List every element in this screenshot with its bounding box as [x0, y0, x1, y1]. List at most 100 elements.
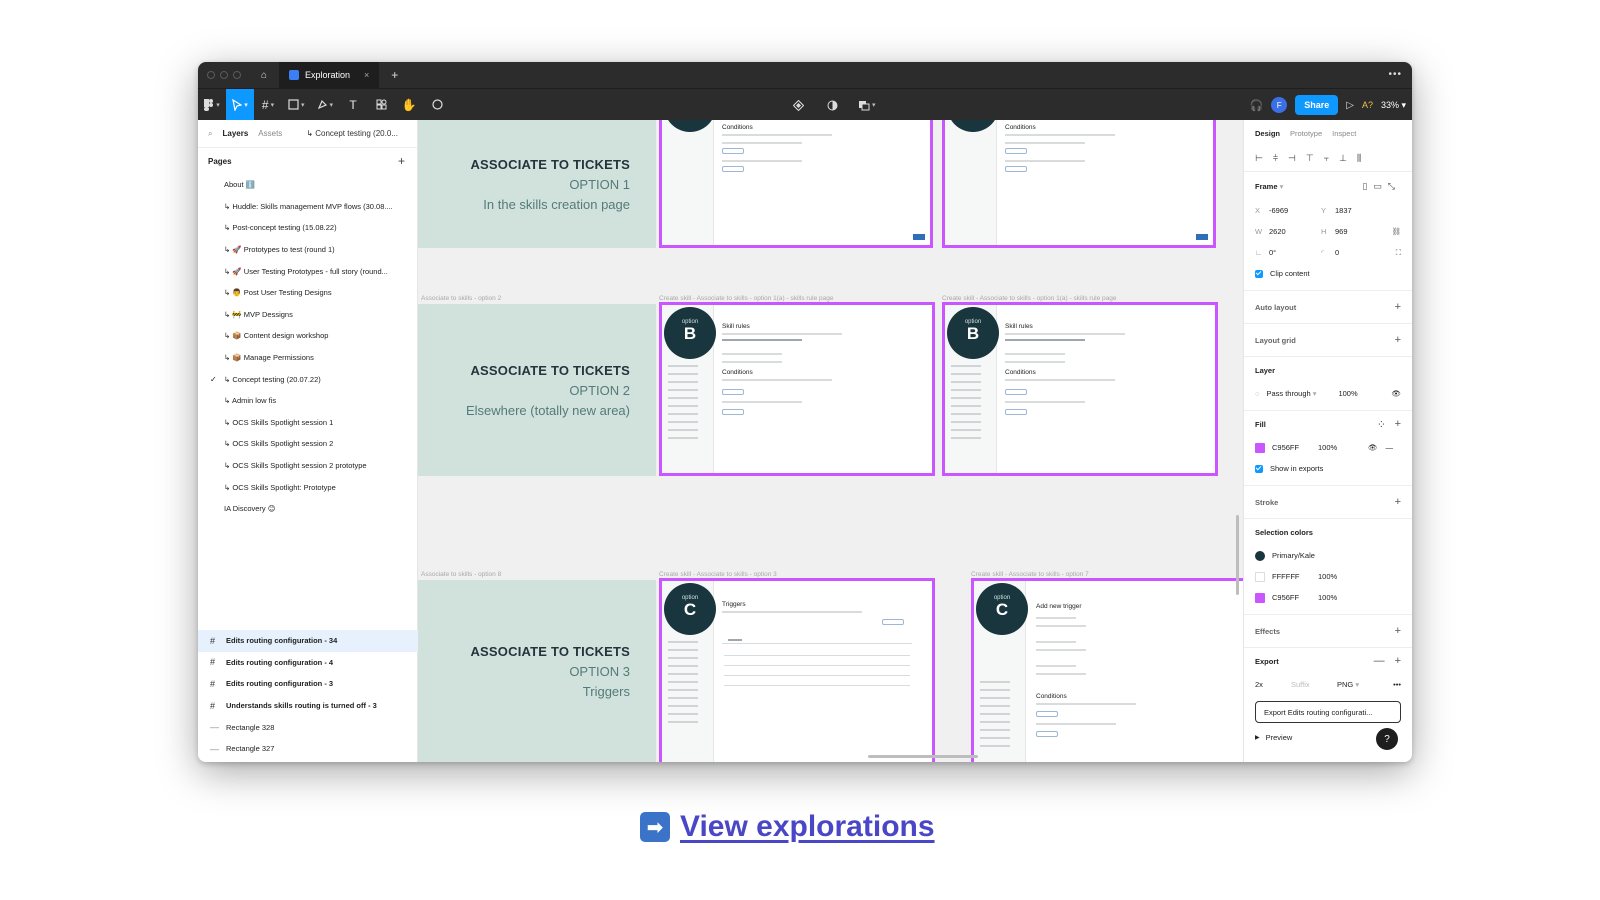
preview-toggle[interactable]: Preview: [1266, 733, 1293, 742]
page-item[interactable]: ↳ 🚀 User Testing Prototypes - full story…: [198, 260, 417, 282]
row-3-frame-a-label[interactable]: Create skill - Associate to skills - opt…: [659, 571, 777, 578]
export-scale[interactable]: 2x: [1255, 680, 1291, 689]
blend-mode-dropdown[interactable]: Pass through ▾: [1266, 389, 1338, 398]
text-tool-icon[interactable]: T: [339, 89, 367, 121]
page-item[interactable]: ↳ OCS Skills Spotlight session 1: [198, 412, 417, 434]
shape-tool-icon[interactable]: ▾: [282, 89, 311, 121]
layer-row[interactable]: # Understands skills routing is turned of…: [198, 695, 418, 717]
tab-design[interactable]: Design: [1255, 129, 1280, 138]
vertical-scrollbar[interactable]: [1236, 515, 1239, 595]
frame-option-2a[interactable]: Skill rules Conditions option B: [659, 302, 935, 476]
page-item[interactable]: ↳ 🚧 MVP Dessigns: [198, 304, 417, 326]
color-swatch[interactable]: [1255, 571, 1265, 582]
align-right-icon[interactable]: ⊣: [1288, 153, 1296, 164]
page-item[interactable]: ↳ 📦 Content design workshop: [198, 325, 417, 347]
page-item[interactable]: About ℹ️: [198, 174, 417, 196]
page-item[interactable]: ↳ 👨 Post User Testing Designs: [198, 282, 417, 304]
remove-export-button[interactable]: —: [1374, 655, 1385, 667]
width-field[interactable]: 2620: [1269, 227, 1321, 236]
tab-layers[interactable]: Layers: [222, 129, 248, 138]
add-page-button[interactable]: +: [398, 154, 405, 168]
add-export-button[interactable]: +: [1395, 655, 1401, 667]
rotation-field[interactable]: 0°: [1269, 248, 1321, 257]
frame-orientation-icons[interactable]: ▯▭⤡: [1362, 181, 1401, 192]
page-item[interactable]: ↳ Post-concept testing (15.08.22): [198, 217, 417, 239]
selection-color-name[interactable]: C956FF: [1272, 593, 1318, 602]
fill-swatch[interactable]: [1255, 442, 1265, 453]
title-card-option-2[interactable]: ASSOCIATE TO TICKETS OPTION 2 Elsewhere …: [418, 304, 656, 476]
title-card-option-3[interactable]: ASSOCIATE TO TICKETS OPTION 3 Triggers: [418, 580, 656, 762]
frame-option-1a[interactable]: Conditions: [659, 120, 933, 248]
layer-row[interactable]: # Edits routing configuration - 4: [198, 652, 418, 674]
align-center-icon[interactable]: ⫩: [1273, 153, 1278, 164]
independent-corners-icon[interactable]: ⛶: [1396, 248, 1401, 258]
fill-hex[interactable]: C956FF: [1272, 443, 1318, 452]
share-button[interactable]: Share: [1295, 95, 1339, 115]
frame-title[interactable]: Frame ▾: [1255, 182, 1283, 191]
selection-color-name[interactable]: Primary/Kale: [1272, 551, 1315, 560]
tab-prototype[interactable]: Prototype: [1290, 129, 1322, 138]
fill-visibility-icon[interactable]: 👁—: [1368, 443, 1401, 452]
canvas[interactable]: ASSOCIATE TO TICKETS OPTION 1 In the ski…: [418, 120, 1243, 762]
add-stroke-button[interactable]: +: [1395, 496, 1401, 508]
align-top-icon[interactable]: ⊤: [1306, 153, 1314, 164]
components-tool-icon[interactable]: [367, 89, 395, 121]
show-in-exports-checkbox[interactable]: [1255, 464, 1263, 473]
page-item[interactable]: ↳ OCS Skills Spotlight: Prototype: [198, 476, 417, 498]
page-item[interactable]: ↳ OCS Skills Spotlight session 2: [198, 433, 417, 455]
user-avatar[interactable]: F: [1271, 97, 1288, 113]
clip-content-checkbox[interactable]: [1255, 269, 1263, 278]
hand-tool-icon[interactable]: ✋: [395, 89, 423, 121]
close-tab-icon[interactable]: ×: [364, 70, 369, 80]
frame-option-3[interactable]: Triggers option C: [659, 578, 935, 762]
align-left-icon[interactable]: ⊢: [1255, 153, 1263, 164]
align-bottom-icon[interactable]: ⊥: [1339, 153, 1347, 164]
contrast-icon[interactable]: [818, 89, 846, 121]
row-2-frame-b-label[interactable]: Create skill - Associate to skills - opt…: [942, 295, 1116, 302]
eye-icon[interactable]: 👁: [1391, 389, 1401, 398]
component-icon[interactable]: [784, 89, 812, 121]
frame-option-7[interactable]: Add new trigger Conditions option C: [971, 578, 1243, 762]
radius-field[interactable]: 0: [1335, 248, 1387, 257]
add-layout-grid-button[interactable]: +: [1395, 334, 1401, 346]
comment-tool-icon[interactable]: [423, 89, 451, 121]
page-item[interactable]: ↳ Huddle: Skills management MVP flows (3…: [198, 196, 417, 218]
row-2-frame-a-label[interactable]: Create skill - Associate to skills - opt…: [659, 295, 833, 302]
tab-inspect[interactable]: Inspect: [1332, 129, 1356, 138]
page-item[interactable]: ↳ 📦 Manage Permissions: [198, 347, 417, 369]
zoom-dropdown[interactable]: 33% ▾: [1381, 100, 1406, 111]
move-tool-icon[interactable]: ▾: [226, 88, 254, 121]
page-item-current[interactable]: ✓ ↳ Concept testing (20.07.22): [198, 368, 417, 390]
layer-opacity[interactable]: 100%: [1338, 389, 1357, 398]
align-middle-icon[interactable]: ⫟: [1324, 153, 1329, 164]
new-tab-button[interactable]: +: [391, 68, 398, 82]
boolean-icon[interactable]: ▾: [852, 89, 882, 121]
export-more-icon[interactable]: •••: [1393, 680, 1401, 689]
color-swatch[interactable]: [1255, 592, 1265, 603]
fill-opacity[interactable]: 100%: [1318, 443, 1337, 452]
selection-color-name[interactable]: FFFFFF: [1272, 572, 1318, 581]
y-field[interactable]: 1837: [1335, 206, 1387, 215]
distribute-icon[interactable]: ⫼: [1357, 153, 1361, 164]
add-fill-button[interactable]: +: [1395, 418, 1401, 430]
page-item[interactable]: ↳ Admin low fis: [198, 390, 417, 412]
height-field[interactable]: 969: [1335, 227, 1387, 236]
help-button[interactable]: ?: [1376, 728, 1398, 750]
collab-indicator[interactable]: A?: [1362, 100, 1373, 110]
pen-tool-icon[interactable]: ▾: [311, 89, 340, 121]
view-explorations-link[interactable]: ➡ View explorations: [640, 810, 935, 844]
main-menu-icon[interactable]: ▾: [198, 89, 226, 121]
constrain-icon[interactable]: ⛓: [1391, 227, 1401, 236]
add-effect-button[interactable]: +: [1395, 625, 1401, 637]
search-icon[interactable]: ⌕: [208, 129, 212, 139]
export-format-dropdown[interactable]: PNG ▾: [1337, 680, 1367, 689]
x-field[interactable]: -6969: [1269, 206, 1321, 215]
color-swatch[interactable]: [1255, 550, 1265, 561]
export-button[interactable]: Export Edits routing configurati...: [1255, 701, 1401, 723]
page-item[interactable]: ↳ 🚀 Prototypes to test (round 1): [198, 239, 417, 261]
horizontal-scrollbar[interactable]: [868, 755, 978, 758]
window-controls[interactable]: [207, 71, 241, 79]
headphones-icon[interactable]: 🎧: [1250, 99, 1264, 112]
add-auto-layout-button[interactable]: +: [1395, 301, 1401, 313]
layer-row[interactable]: # Edits routing configuration - 34: [198, 630, 418, 652]
